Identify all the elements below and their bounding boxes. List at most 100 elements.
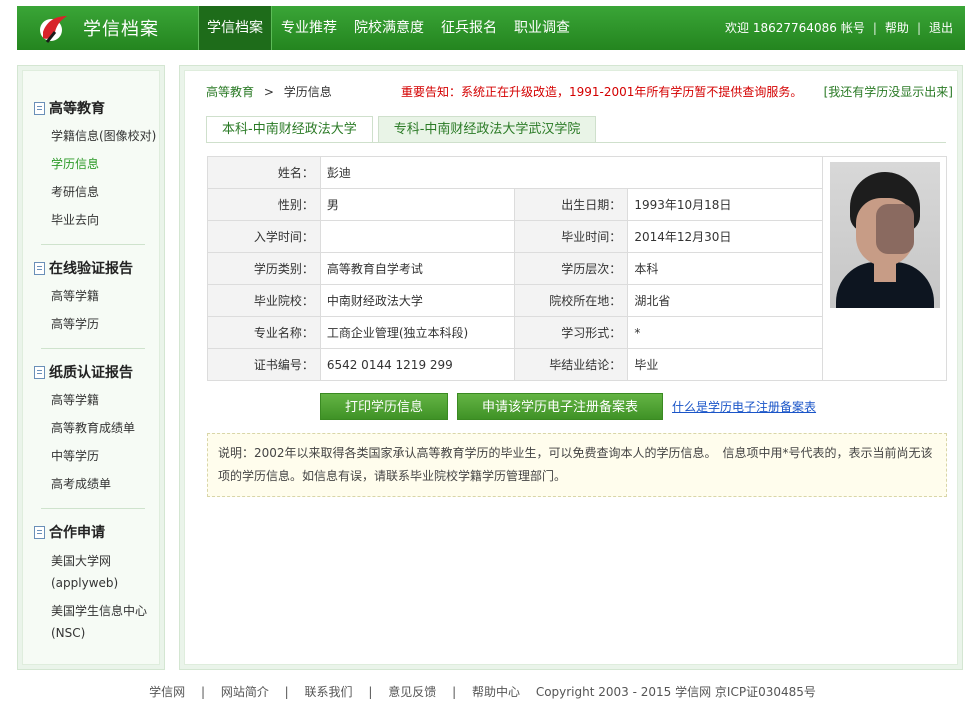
top-navigation-bar: 学信档案 学信档案 专业推荐 院校满意度 征兵报名 职业调查 欢迎 186277… [17, 6, 965, 50]
sidebar-item-enrollment-info[interactable]: 学籍信息(图像校对) [34, 122, 159, 150]
name-label: 姓名： [207, 156, 321, 189]
result-label: 毕结业结论： [514, 348, 629, 381]
copyright: Copyright 2003 - 2015 学信网 京ICP证030485号 [535, 685, 816, 699]
document-icon [34, 101, 45, 115]
sidebar-item-transcript[interactable]: 高等教育成绩单 [34, 414, 159, 442]
site-title: 学信档案 [83, 19, 159, 40]
table-row: 入学时间： 毕业时间： 2014年12月30日 [207, 220, 823, 253]
missing-degree-link[interactable]: [我还有学历没显示出来] [824, 83, 953, 100]
name-value: 彭迪 [319, 156, 824, 189]
school-label: 毕业院校： [207, 284, 321, 317]
mode-label: 学习形式： [514, 316, 629, 349]
footer-link-help[interactable]: 帮助中心 [466, 685, 526, 699]
degree-info-table: 姓名： 彭迪 性别： 男 出生日期： 1993年10月18日 入学时间： 毕业时… [207, 156, 824, 381]
enroll-label: 入学时间： [207, 220, 321, 253]
level-label: 学历层次： [514, 252, 629, 285]
type-label: 学历类别： [207, 252, 321, 285]
tab-associate[interactable]: 专科-中南财经政法大学武汉学院 [377, 116, 597, 143]
footer-link-about[interactable]: 网站简介 [215, 685, 275, 699]
sidebar-section-title: 高等教育 [49, 101, 105, 117]
divider: | [200, 685, 205, 699]
gender-label: 性别： [207, 188, 321, 221]
site-logo[interactable]: 学信档案 [37, 10, 159, 46]
sidebar-section-partners: 合作申请 美国大学网 (applyweb) 美国学生信息中心 (NSC) [23, 521, 159, 647]
gender-value: 男 [319, 188, 516, 221]
mode-value: * [627, 316, 823, 349]
sidebar-section-title: 纸质认证报告 [49, 365, 133, 381]
footer-link-chsi[interactable]: 学信网 [143, 685, 191, 699]
print-degree-button[interactable]: 打印学历信息 [320, 393, 449, 420]
sidebar-item-nsc[interactable]: 美国学生信息中心 (NSC) [34, 597, 159, 647]
apply-registration-button[interactable]: 申请该学历电子注册备案表 [457, 393, 664, 420]
logout-link[interactable]: 退出 [925, 6, 957, 50]
sidebar-section-title: 合作申请 [49, 525, 105, 541]
logo-bird-icon [40, 16, 67, 43]
breadcrumb-root-link[interactable]: 高等教育 [206, 85, 254, 99]
divider: | [368, 685, 373, 699]
photo-cell [822, 156, 947, 381]
cert-label: 证书编号： [207, 348, 321, 381]
explanation-note: 说明：2002年以来取得各类国家承认高等教育学历的毕业生，可以免费查询本人的学历… [207, 433, 947, 497]
nav-major-recommend[interactable]: 专业推荐 [273, 6, 345, 50]
grad-value: 2014年12月30日 [627, 220, 823, 253]
sidebar-item-applyweb[interactable]: 美国大学网 (applyweb) [34, 547, 159, 597]
sidebar-item-paper-enrollment[interactable]: 高等学籍 [34, 386, 159, 414]
divider [41, 348, 145, 349]
nav-conscription[interactable]: 征兵报名 [433, 6, 505, 50]
major-label: 专业名称： [207, 316, 321, 349]
table-row: 姓名： 彭迪 [207, 156, 824, 189]
sidebar-item-online-degree[interactable]: 高等学历 [34, 310, 159, 338]
student-photo [830, 162, 940, 308]
tab-bachelor[interactable]: 本科-中南财经政法大学 [206, 116, 373, 143]
sidebar-item-degree-info[interactable]: 学历信息 [34, 150, 159, 178]
what-is-registration-link[interactable]: 什么是学历电子注册备案表 [672, 398, 816, 415]
welcome-text: 欢迎 18627764086 [725, 21, 837, 35]
table-row: 证书编号： 6542 0144 1219 299 毕结业结论： 毕业 [207, 348, 823, 381]
footer: 学信网 | 网站简介 | 联系我们 | 意见反馈 | 帮助中心 Copyrigh… [0, 683, 965, 700]
table-row: 学历类别： 高等教育自学考试 学历层次： 本科 [207, 252, 823, 285]
sidebar: 高等教育 学籍信息(图像校对) 学历信息 考研信息 毕业去向 在线验证报告 高等… [17, 65, 165, 670]
birth-value: 1993年10月18日 [627, 188, 823, 221]
account-link[interactable]: 帐号 [841, 6, 869, 50]
table-row: 性别： 男 出生日期： 1993年10月18日 [207, 188, 823, 221]
help-link[interactable]: 帮助 [881, 6, 913, 50]
table-row: 专业名称： 工商企业管理(独立本科段) 学习形式： * [207, 316, 823, 349]
document-icon [34, 261, 45, 275]
level-value: 本科 [627, 252, 823, 285]
footer-link-feedback[interactable]: 意见反馈 [382, 685, 442, 699]
sidebar-item-postgrad-info[interactable]: 考研信息 [34, 178, 159, 206]
sidebar-item-secondary-degree[interactable]: 中等学历 [34, 442, 159, 470]
main-panel: 高等教育 > 学历信息 重要告知：系统正在升级改造，1991-2001年所有学历… [179, 65, 963, 670]
sidebar-section-online-report: 在线验证报告 高等学籍 高等学历 [23, 257, 159, 338]
sidebar-item-gaokao-scores[interactable]: 高考成绩单 [34, 470, 159, 498]
divider [41, 244, 145, 245]
sidebar-item-graduate-destination[interactable]: 毕业去向 [34, 206, 159, 234]
birth-label: 出生日期： [514, 188, 629, 221]
location-label: 院校所在地： [514, 284, 629, 317]
sidebar-item-online-enrollment[interactable]: 高等学籍 [34, 282, 159, 310]
footer-link-contact[interactable]: 联系我们 [299, 685, 359, 699]
document-icon [34, 525, 45, 539]
result-value: 毕业 [627, 348, 823, 381]
nav-school-satisfaction[interactable]: 院校满意度 [346, 6, 432, 50]
document-icon [34, 365, 45, 379]
cert-value: 6542 0144 1219 299 [319, 348, 516, 381]
divider [206, 142, 946, 143]
divider: | [872, 21, 877, 35]
main-nav: 学信档案 专业推荐 院校满意度 征兵报名 职业调查 [198, 6, 579, 50]
type-value: 高等教育自学考试 [319, 252, 516, 285]
sidebar-section-paper-report: 纸质认证报告 高等学籍 高等教育成绩单 中等学历 高考成绩单 [23, 361, 159, 498]
action-buttons: 打印学历信息 申请该学历电子注册备案表 什么是学历电子注册备案表 [320, 393, 816, 420]
table-row: 毕业院校： 中南财经政法大学 院校所在地： 湖北省 [207, 284, 823, 317]
divider: | [916, 21, 921, 35]
sidebar-section-title: 在线验证报告 [49, 261, 133, 277]
nav-xuexin-dangan[interactable]: 学信档案 [198, 6, 272, 50]
enroll-value [319, 220, 516, 253]
location-value: 湖北省 [627, 284, 823, 317]
important-notice: 重要告知：系统正在升级改造，1991-2001年所有学历暂不提供查询服务。 [401, 85, 803, 99]
divider [41, 508, 145, 509]
sidebar-section-higher-ed: 高等教育 学籍信息(图像校对) 学历信息 考研信息 毕业去向 [23, 97, 159, 234]
grad-label: 毕业时间： [514, 220, 629, 253]
nav-career-survey[interactable]: 职业调查 [506, 6, 578, 50]
divider: | [452, 685, 457, 699]
